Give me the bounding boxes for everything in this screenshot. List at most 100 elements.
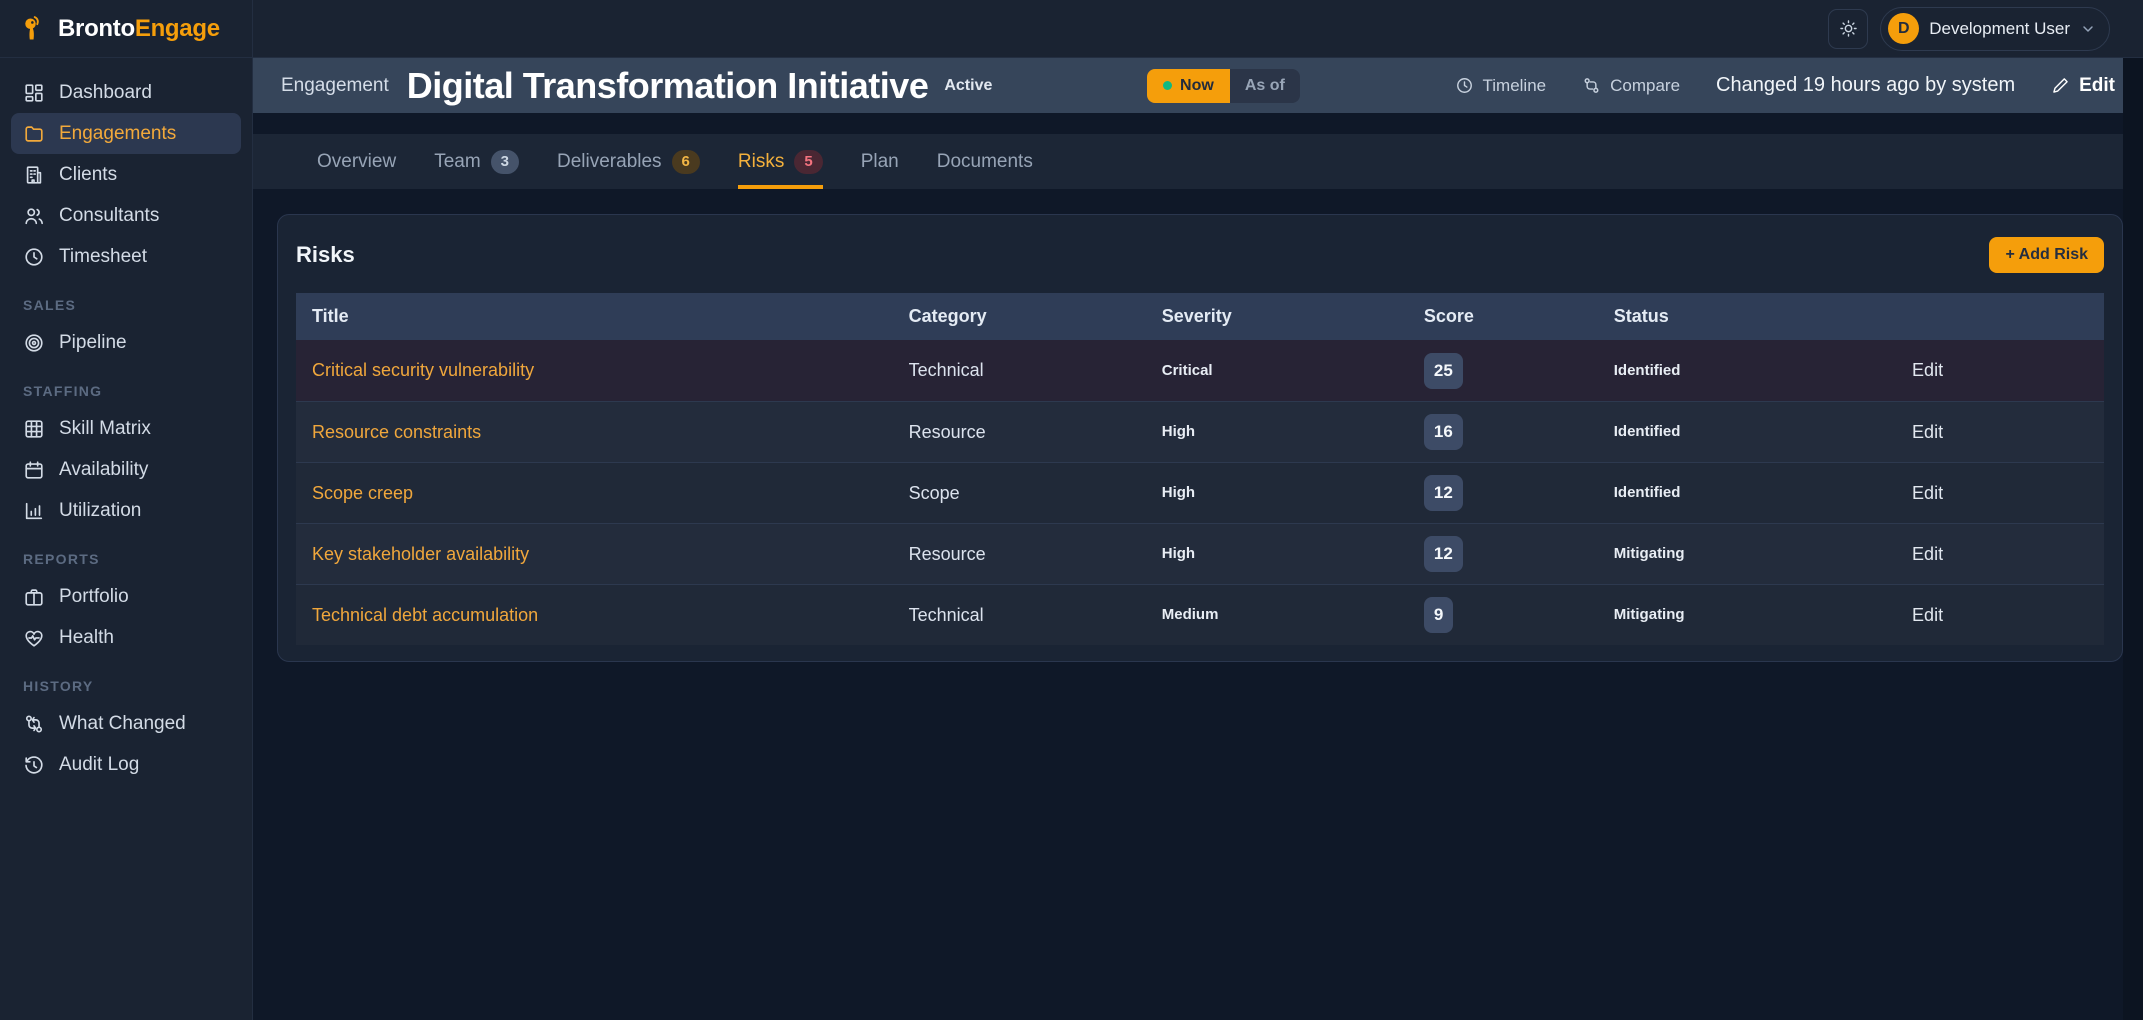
tab-deliverables[interactable]: Deliverables6 <box>557 134 700 189</box>
sidebar-item-label: Availability <box>59 459 148 481</box>
risks-panel-header: Risks + Add Risk <box>296 215 2104 293</box>
risk-edit-link[interactable]: Edit <box>1912 360 1943 380</box>
sidebar-item-label: Engagements <box>59 123 176 145</box>
sidebar-item-pipeline[interactable]: Pipeline <box>11 322 241 363</box>
sidebar-section-history: HISTORY <box>23 678 229 694</box>
live-dot <box>1163 81 1172 90</box>
sidebar-section-staffing: STAFFING <box>23 383 229 399</box>
column-header-title: Title <box>296 293 893 340</box>
sidebar-item-clients[interactable]: Clients <box>11 154 241 195</box>
page-title: Digital Transformation Initiative <box>407 65 929 107</box>
risks-table: Title Category Severity Score Status Cri… <box>296 293 2104 645</box>
clock-icon <box>23 246 45 268</box>
brand-logo[interactable]: BrontoEngage <box>0 0 252 58</box>
chevron-down-icon <box>2080 21 2096 37</box>
add-risk-button[interactable]: + Add Risk <box>1989 237 2104 273</box>
pencil-icon <box>2051 76 2070 95</box>
history-icon <box>23 754 45 776</box>
breadcrumb: Engagement <box>281 75 389 97</box>
risk-title-link[interactable]: Key stakeholder availability <box>312 544 529 564</box>
risk-title-link[interactable]: Scope creep <box>312 483 413 503</box>
compare-button[interactable]: Compare <box>1582 76 1680 96</box>
column-header-score: Score <box>1408 293 1598 340</box>
risk-edit-link[interactable]: Edit <box>1912 544 1943 564</box>
sidebar-item-portfolio[interactable]: Portfolio <box>11 576 241 617</box>
sidebar-item-timesheet[interactable]: Timesheet <box>11 236 241 277</box>
folder-icon <box>23 123 45 145</box>
sidebar-item-skill-matrix[interactable]: Skill Matrix <box>11 408 241 449</box>
risk-title-link[interactable]: Resource constraints <box>312 422 481 442</box>
sidebar-item-label: Utilization <box>59 500 141 522</box>
theme-toggle-button[interactable] <box>1828 9 1868 49</box>
risk-category: Resource <box>909 422 986 442</box>
risk-category: Technical <box>909 360 984 380</box>
risk-title-link[interactable]: Critical security vulnerability <box>312 360 534 380</box>
sidebar-item-consultants[interactable]: Consultants <box>11 195 241 236</box>
risk-status: Identified <box>1614 362 1681 379</box>
status-badge: Active <box>944 77 992 95</box>
risk-score-badge: 25 <box>1424 353 1463 389</box>
risk-edit-link[interactable]: Edit <box>1912 605 1943 625</box>
tab-team[interactable]: Team3 <box>434 134 519 189</box>
risk-edit-link[interactable]: Edit <box>1912 422 1943 442</box>
engagement-header: Engagement Digital Transformation Initia… <box>253 58 2143 113</box>
sidebar-section-sales: SALES <box>23 297 229 313</box>
sidebar-item-label: Timesheet <box>59 246 147 268</box>
sidebar-item-label: Pipeline <box>59 332 127 354</box>
risk-score-badge: 12 <box>1424 475 1463 511</box>
git-compare-icon <box>23 713 45 735</box>
column-header-status: Status <box>1598 293 1896 340</box>
brand-name: BrontoEngage <box>58 15 220 43</box>
risk-category: Technical <box>909 605 984 625</box>
risk-status: Mitigating <box>1614 606 1685 623</box>
risk-edit-link[interactable]: Edit <box>1912 483 1943 503</box>
topbar: D Development User <box>253 0 2143 58</box>
sidebar-item-engagements[interactable]: Engagements <box>11 113 241 154</box>
sidebar-item-health[interactable]: Health <box>11 617 241 658</box>
risks-panel: Risks + Add Risk Title Category Severity… <box>277 214 2123 662</box>
as-of-button[interactable]: As of <box>1230 69 1300 103</box>
risk-score-badge: 12 <box>1424 536 1463 572</box>
risk-severity: High <box>1162 484 1195 501</box>
sidebar-nav: Dashboard Engagements Clients Consultant… <box>0 58 252 799</box>
table-row: Resource constraints Resource High 16 Id… <box>296 401 2104 462</box>
tab-risks[interactable]: Risks5 <box>738 134 823 189</box>
timeline-button[interactable]: Timeline <box>1455 76 1547 96</box>
layout-grid-icon <box>23 82 45 104</box>
tab-documents[interactable]: Documents <box>937 134 1033 189</box>
header-actions: Timeline Compare Changed 19 hours ago by… <box>1455 74 2116 97</box>
now-button[interactable]: Now <box>1147 69 1230 103</box>
risks-panel-title: Risks <box>296 242 355 268</box>
sun-icon <box>1839 19 1858 38</box>
git-compare-icon <box>1582 76 1601 95</box>
sidebar-item-what-changed[interactable]: What Changed <box>11 703 241 744</box>
heart-pulse-icon <box>23 627 45 649</box>
bar-chart-icon <box>23 500 45 522</box>
grid-icon <box>23 418 45 440</box>
risk-title-link[interactable]: Technical debt accumulation <box>312 605 538 625</box>
risk-category: Scope <box>909 483 960 503</box>
engagement-tabs: Overview Team3 Deliverables6 Risks5 Plan… <box>253 134 2143 189</box>
clock-icon <box>1455 76 1474 95</box>
sidebar-item-availability[interactable]: Availability <box>11 449 241 490</box>
scrollbar-track[interactable] <box>2123 58 2143 1020</box>
bronto-dino-icon <box>20 15 48 43</box>
user-menu[interactable]: D Development User <box>1880 7 2110 51</box>
tab-overview[interactable]: Overview <box>317 134 396 189</box>
sidebar-item-dashboard[interactable]: Dashboard <box>11 72 241 113</box>
sidebar-item-utilization[interactable]: Utilization <box>11 490 241 531</box>
sidebar: BrontoEngage Dashboard Engagements Clien… <box>0 0 253 1020</box>
main-area: D Development User Engagement Digital Tr… <box>253 0 2143 1020</box>
column-header-severity: Severity <box>1146 293 1408 340</box>
risk-score-badge: 16 <box>1424 414 1463 450</box>
risk-status: Identified <box>1614 484 1681 501</box>
risk-severity: High <box>1162 545 1195 562</box>
user-name: Development User <box>1929 19 2070 39</box>
table-row: Technical debt accumulation Technical Me… <box>296 584 2104 645</box>
users-icon <box>23 205 45 227</box>
risk-status: Identified <box>1614 423 1681 440</box>
tab-plan[interactable]: Plan <box>861 134 899 189</box>
edit-engagement-button[interactable]: Edit <box>2051 75 2115 97</box>
sidebar-item-audit-log[interactable]: Audit Log <box>11 744 241 785</box>
risk-severity: High <box>1162 423 1195 440</box>
